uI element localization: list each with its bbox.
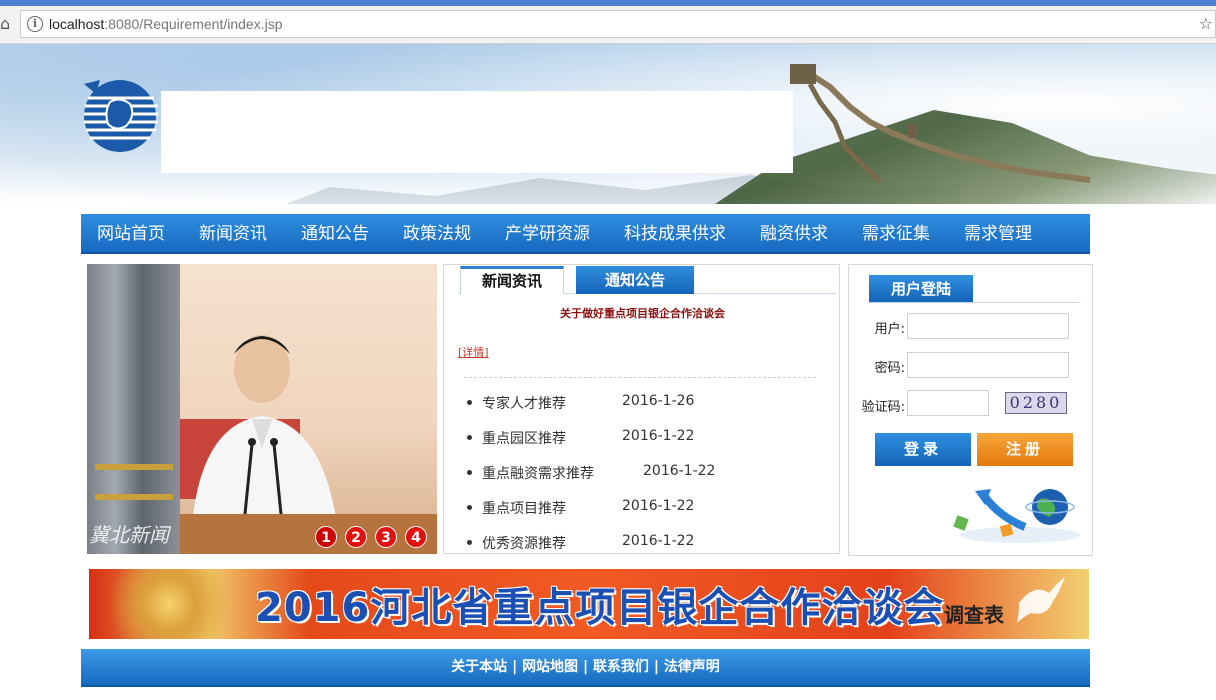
user-label: 用户: [874, 322, 905, 337]
news-item-name[interactable]: 优秀资源推荐 [482, 533, 566, 553]
slide-watermark: 冀北新闻 [89, 523, 169, 547]
list-item[interactable]: 专家人才推荐 2016-1-26 [464, 393, 694, 428]
footer-links: 关于本站 | 网站地图 | 联系我们 | 法律声明 [81, 649, 1090, 685]
nav-item-notices[interactable]: 通知公告 [301, 214, 369, 254]
site-logo [84, 80, 158, 152]
news-item-date: 2016-1-26 [622, 393, 695, 409]
news-list: 专家人才推荐 2016-1-26 重点园区推荐 2016-1-22 重点融资需求推荐… [464, 393, 715, 553]
nav-item-policy[interactable]: 政策法规 [403, 214, 471, 254]
login-button[interactable]: 登录 [875, 433, 971, 466]
speaker-image [192, 335, 337, 524]
nav-item-news[interactable]: 新闻资讯 [199, 214, 267, 254]
detail-link[interactable]: [详情] [458, 344, 489, 360]
home-icon[interactable]: ⌂ [0, 14, 14, 34]
footer-link-legal[interactable]: 法律声明 [664, 659, 720, 675]
slide-photo-left [87, 264, 180, 554]
image-slider[interactable]: 冀北新闻 1 2 3 4 [87, 264, 437, 554]
list-item[interactable]: 重点项目推荐 2016-1-22 [464, 498, 694, 533]
url-text[interactable]: localhost:8080/Requirement/index.jsp [49, 16, 283, 32]
slider-controls: 1 2 3 4 [315, 526, 427, 548]
url-path: :8080/Requirement/index.jsp [104, 16, 283, 32]
nav-item-financing[interactable]: 融资供求 [760, 214, 828, 254]
news-panel: 新闻资讯 通知公告 关于做好重点项目银企合作洽谈会 [详情] 专家人才推荐 201… [443, 264, 840, 554]
slider-dot-2[interactable]: 2 [345, 526, 367, 548]
slider-dot-3[interactable]: 3 [375, 526, 397, 548]
nav-item-demand-management[interactable]: 需求管理 [964, 214, 1032, 254]
captcha-label: 验证码: [861, 400, 905, 415]
news-item-name[interactable]: 重点项目推荐 [482, 498, 566, 518]
news-headline[interactable]: 关于做好重点项目银企合作洽谈会 [444, 305, 839, 321]
login-title: 用户登陆 [869, 275, 973, 303]
promo-banner[interactable]: 2016河北省重点项目银企合作洽谈会 调查表 [89, 569, 1089, 639]
nav-item-tech-achievements[interactable]: 科技成果供求 [624, 214, 726, 254]
slider-dot-4[interactable]: 4 [405, 526, 427, 548]
slide-decor [95, 464, 173, 470]
footer-link-contact[interactable]: 联系我们 [593, 659, 649, 675]
footer-separator: | [512, 659, 523, 675]
info-icon[interactable]: i [27, 16, 43, 32]
news-item-name[interactable]: 重点园区推荐 [482, 428, 566, 448]
promo-decoration [89, 569, 239, 639]
tab-news[interactable]: 新闻资讯 [460, 266, 564, 294]
news-item-date: 2016-1-22 [622, 533, 695, 549]
news-divider [464, 377, 816, 378]
captcha-image[interactable]: 0280 [1005, 392, 1067, 414]
promo-title: 2016河北省重点项目银企合作洽谈会 [255, 585, 945, 631]
footer-separator: | [653, 659, 664, 675]
slide-decor [95, 494, 173, 500]
footer-link-sitemap[interactable]: 网站地图 [522, 659, 578, 675]
nav-item-home[interactable]: 网站首页 [97, 214, 165, 254]
news-item-name[interactable]: 重点融资需求推荐 [482, 463, 594, 483]
password-input[interactable] [907, 352, 1069, 378]
network-globe-icon [953, 489, 1080, 543]
username-input[interactable] [907, 313, 1069, 339]
bookmark-star-icon[interactable]: ☆ [1199, 14, 1213, 33]
list-item[interactable]: 重点融资需求推荐 2016-1-22 [464, 463, 715, 498]
main-nav: 网站首页 新闻资讯 通知公告 政策法规 产学研资源 科技成果供求 融资供求 需求… [81, 214, 1090, 254]
browser-tabstrip [0, 0, 1216, 6]
address-bar[interactable]: i localhost:8080/Requirement/index.jsp ☆ [20, 10, 1216, 38]
footer-link-about[interactable]: 关于本站 [451, 659, 507, 675]
news-item-date: 2016-1-22 [622, 498, 695, 514]
great-wall-image [790, 64, 1090, 184]
list-item[interactable]: 重点园区推荐 2016-1-22 [464, 428, 694, 463]
footer-separator: | [582, 659, 593, 675]
register-button[interactable]: 注册 [977, 433, 1073, 466]
news-item-date: 2016-1-22 [622, 428, 695, 444]
site-title-area [161, 91, 793, 173]
news-item-date: 2016-1-22 [643, 463, 716, 479]
promo-survey-label[interactable]: 调查表 [944, 599, 1004, 628]
nav-item-demand-collection[interactable]: 需求征集 [862, 214, 930, 254]
nav-item-research-resources[interactable]: 产学研资源 [505, 214, 590, 254]
footer: 关于本站 | 网站地图 | 联系我们 | 法律声明 [81, 649, 1090, 687]
login-panel: 用户登陆 用户: 密码: 验证码: 0280 登录 注册 [848, 264, 1093, 556]
password-label: 密码: [874, 361, 905, 376]
login-title-underline [869, 302, 1079, 303]
browser-toolbar: ⌂ i localhost:8080/Requirement/index.jsp… [0, 0, 1216, 44]
list-item[interactable]: 优秀资源推荐 2016-1-22 [464, 533, 694, 553]
dove-icon [1017, 577, 1065, 623]
tab-notices[interactable]: 通知公告 [576, 266, 694, 294]
news-item-name[interactable]: 专家人才推荐 [482, 393, 566, 413]
header-banner [0, 44, 1216, 204]
url-host: localhost [49, 16, 105, 32]
news-tabs: 新闻资讯 通知公告 [458, 266, 836, 294]
captcha-input[interactable] [907, 390, 989, 416]
slider-dot-1[interactable]: 1 [315, 526, 337, 548]
